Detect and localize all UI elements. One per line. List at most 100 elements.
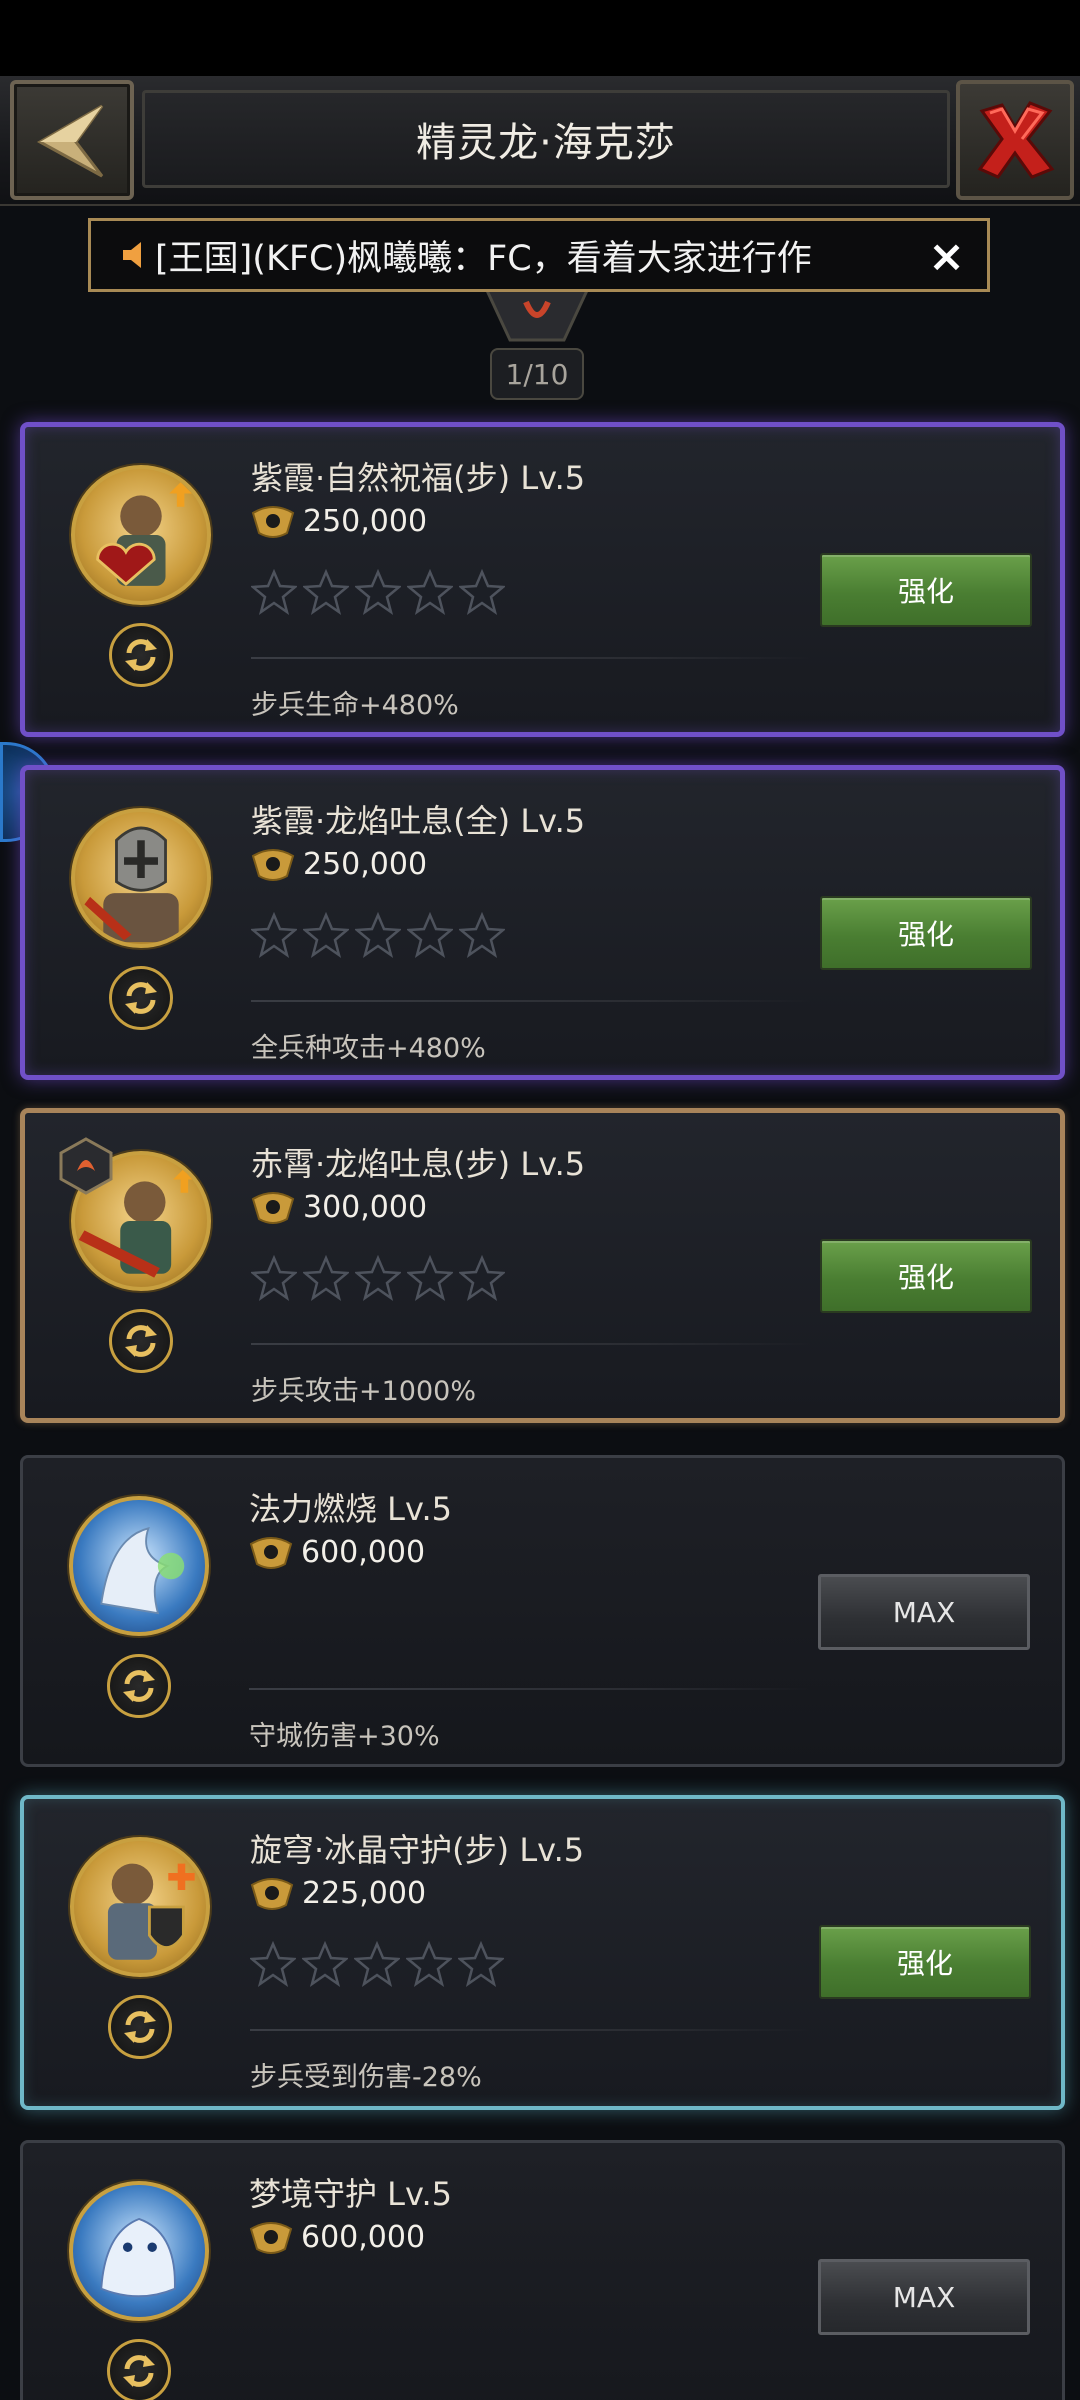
refresh-button[interactable]	[107, 1654, 171, 1718]
cost-value: 250,000	[303, 503, 428, 539]
refresh-icon	[123, 1670, 155, 1702]
skill-effect: 步兵生命+480%	[251, 690, 459, 721]
cost-value: 600,000	[301, 1534, 426, 1570]
speaker-icon	[123, 242, 141, 268]
skill-name: 梦境守护 Lv.5	[249, 2175, 452, 2213]
skill-effect: 步兵受到伤害-28%	[250, 2062, 482, 2093]
star-outline-icon	[459, 569, 505, 615]
skill-effect: 步兵攻击+1000%	[251, 1376, 476, 1407]
announcement-close-button[interactable]: ×	[928, 231, 965, 282]
divider	[250, 2029, 810, 2031]
star-outline-icon	[303, 1255, 349, 1301]
skill-avatar	[71, 465, 211, 605]
cost-value: 250,000	[303, 846, 428, 882]
dream-guard-dragon-icon	[100, 2217, 176, 2298]
skill-cost: 250,000	[251, 846, 427, 882]
refresh-icon	[124, 2011, 156, 2043]
skill-effect: 全兵种攻击+480%	[251, 1033, 486, 1064]
cost-value: 300,000	[303, 1189, 428, 1225]
element-badge-icon	[59, 1137, 113, 1195]
skill-card: 赤霄·龙焰吐息(步) Lv.5 300,000 强化 步兵攻击+1000%	[20, 1108, 1065, 1423]
crest-coin-icon	[251, 506, 295, 538]
crest-coin-icon	[249, 1537, 293, 1569]
divider	[251, 1343, 811, 1345]
star-outline-icon	[303, 912, 349, 958]
skill-avatar	[71, 808, 211, 948]
ice-guard-icon	[107, 1863, 195, 1960]
star-outline-icon	[251, 912, 297, 958]
star-outline-icon	[250, 1941, 296, 1987]
star-outline-icon	[355, 912, 401, 958]
star-rating	[251, 569, 505, 615]
status-bar	[0, 0, 1080, 76]
skill-card: 旋穹·冰晶守护(步) Lv.5 225,000 强化 步兵受到伤害-28%	[20, 1795, 1065, 2110]
star-rating	[251, 912, 505, 958]
star-outline-icon	[354, 1941, 400, 1987]
title-plate: 精灵龙·海克莎	[142, 90, 950, 188]
crest-coin-icon	[250, 1878, 294, 1910]
cost-value: 600,000	[301, 2219, 426, 2255]
page-indicator: 1/10	[490, 348, 584, 400]
mana-burn-dragon-icon	[100, 1526, 185, 1615]
star-outline-icon	[355, 569, 401, 615]
upgrade-button[interactable]: 强化	[820, 896, 1032, 970]
refresh-button[interactable]	[107, 2339, 171, 2400]
announcement-text: [王国](KFC)枫曦曦：FC，看着大家进行作	[155, 238, 812, 279]
skill-cost: 225,000	[250, 1875, 426, 1911]
skill-cost: 600,000	[249, 2219, 425, 2255]
star-outline-icon	[459, 912, 505, 958]
upgrade-button[interactable]: 强化	[820, 553, 1032, 627]
refresh-icon	[123, 2355, 155, 2387]
skill-card: 法力燃烧 Lv.5 600,000 MAX 守城伤害+30%	[20, 1455, 1065, 1767]
star-outline-icon	[459, 1255, 505, 1301]
max-level-button[interactable]: MAX	[818, 2259, 1030, 2335]
divider	[251, 1000, 811, 1002]
knight-icon	[84, 826, 179, 943]
divider	[251, 657, 811, 659]
skill-card: 紫霞·自然祝福(步) Lv.5 250,000 强化 步兵生命+480%	[20, 422, 1065, 737]
refresh-icon	[125, 1325, 157, 1357]
upgrade-button[interactable]: 强化	[820, 1239, 1032, 1313]
skill-name: 紫霞·自然祝福(步) Lv.5	[251, 459, 586, 497]
page-title: 精灵龙·海克莎	[416, 120, 676, 166]
back-button[interactable]	[10, 80, 134, 200]
top-bar: 精灵龙·海克莎	[0, 76, 1080, 206]
skill-name: 旋穹·冰晶守护(步) Lv.5	[250, 1831, 585, 1869]
star-outline-icon	[407, 1255, 453, 1301]
star-outline-icon	[303, 569, 349, 615]
infantry-hp-icon	[96, 482, 192, 586]
refresh-button[interactable]	[109, 1309, 173, 1373]
skill-name: 赤霄·龙焰吐息(步) Lv.5	[251, 1145, 586, 1183]
skill-cost: 600,000	[249, 1534, 425, 1570]
refresh-button[interactable]	[108, 1995, 172, 2059]
close-button[interactable]	[956, 80, 1074, 200]
skill-card: 梦境守护 Lv.5 600,000 MAX	[20, 2140, 1065, 2400]
skill-avatar	[70, 1837, 210, 1977]
divider	[249, 1688, 809, 1690]
star-outline-icon	[251, 569, 297, 615]
star-outline-icon	[406, 1941, 452, 1987]
crest-coin-icon	[249, 2222, 293, 2254]
star-outline-icon	[251, 1255, 297, 1301]
star-rating	[250, 1941, 504, 1987]
refresh-button[interactable]	[109, 623, 173, 687]
star-outline-icon	[407, 569, 453, 615]
skill-name: 紫霞·龙焰吐息(全) Lv.5	[251, 802, 586, 840]
crest-coin-icon	[251, 1192, 295, 1224]
back-arrow-icon	[36, 104, 104, 178]
refresh-button[interactable]	[109, 966, 173, 1030]
crest-coin-icon	[251, 849, 295, 881]
max-level-button[interactable]: MAX	[818, 1574, 1030, 1650]
upgrade-button[interactable]: 强化	[819, 1925, 1031, 1999]
star-outline-icon	[355, 1255, 401, 1301]
skill-card: 紫霞·龙焰吐息(全) Lv.5 250,000 强化 全兵种攻击+480%	[20, 765, 1065, 1080]
refresh-icon	[125, 982, 157, 1014]
skill-avatar	[69, 1496, 209, 1636]
skill-effect: 守城伤害+30%	[249, 1721, 440, 1752]
refresh-icon	[125, 639, 157, 671]
star-rating	[251, 1255, 505, 1301]
star-outline-icon	[407, 912, 453, 958]
announcement-banner: [王国](KFC)枫曦曦：FC，看着大家进行作 ×	[88, 218, 990, 292]
cost-value: 225,000	[302, 1875, 427, 1911]
skill-cost: 250,000	[251, 503, 427, 539]
